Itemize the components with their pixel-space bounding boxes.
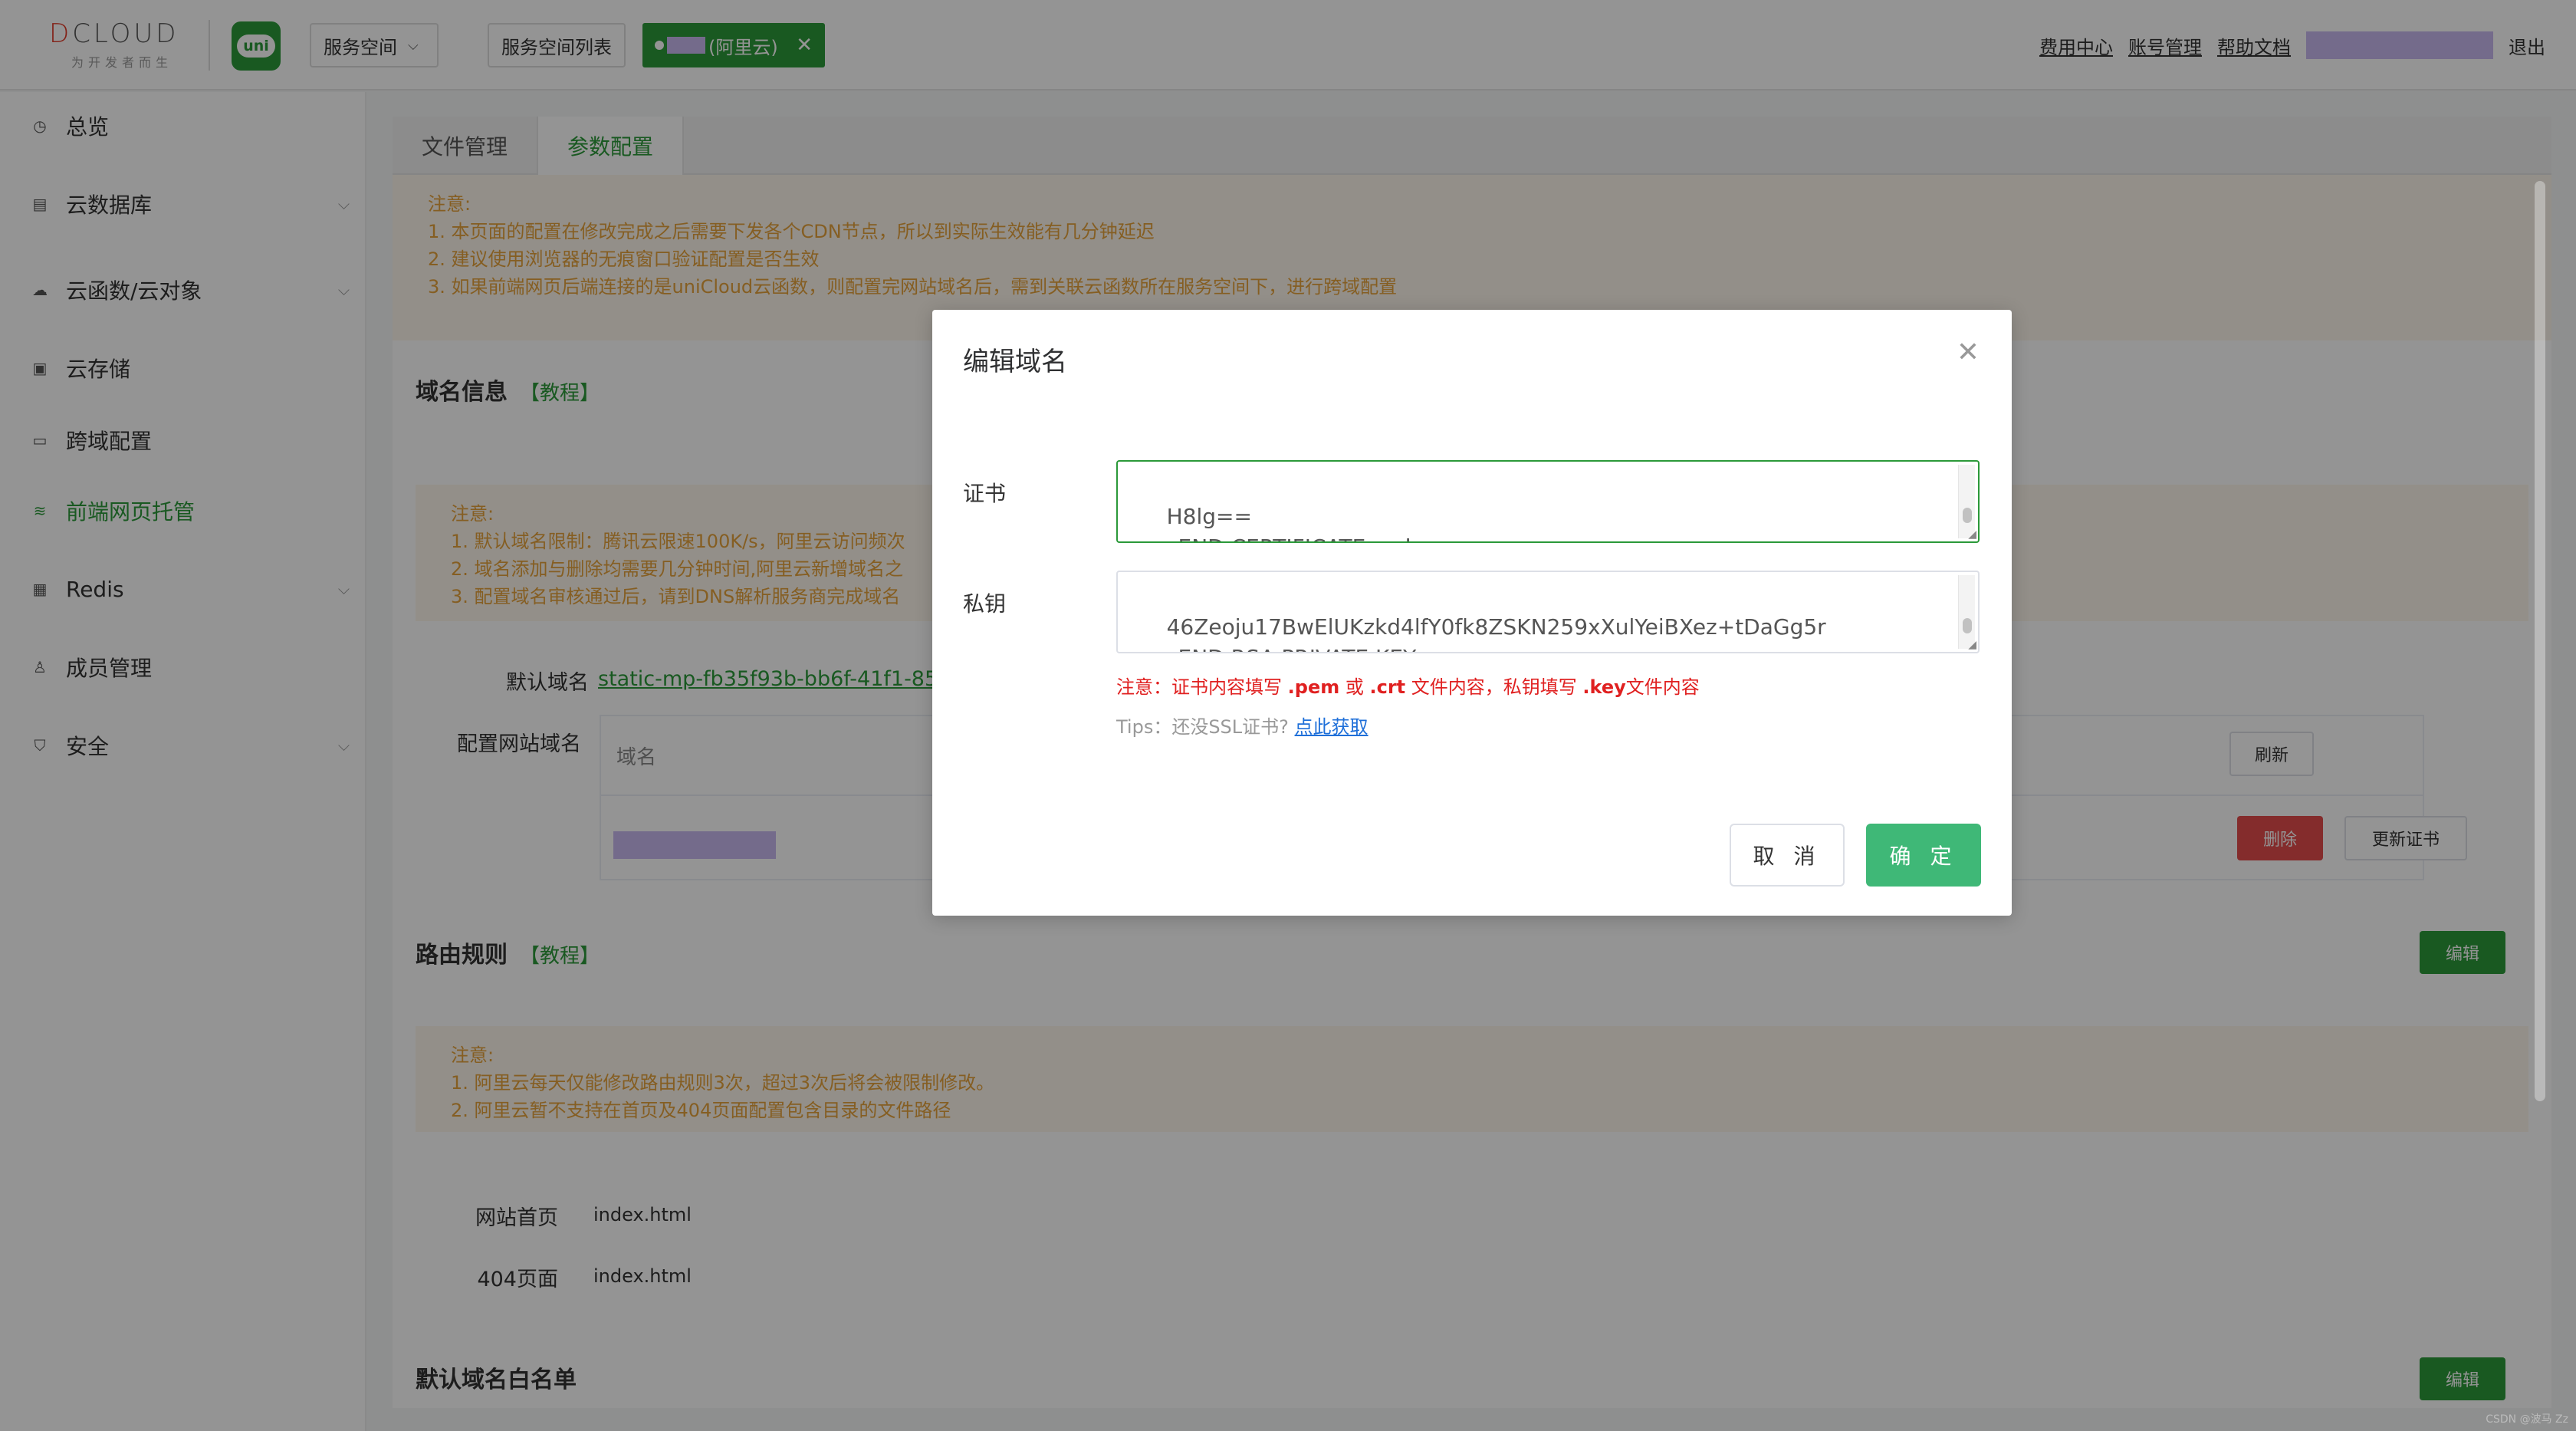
cert-textarea[interactable]: H8lg== -----END CERTIFICATE-----| ◢ [1116, 460, 1980, 543]
cert-label: 证书 [963, 481, 1007, 506]
watermark: CSDN @波马 Zz [2486, 1413, 2568, 1426]
textarea-scrollbar[interactable] [1958, 575, 1975, 649]
get-ssl-link[interactable]: 点此获取 [1295, 716, 1368, 738]
format-warning: 注意：证书内容填写 .pem 或 .crt 文件内容，私钥填写 .key文件内容 [1116, 676, 1700, 698]
text-cursor: | [1405, 535, 1411, 541]
close-icon[interactable]: ✕ [1957, 339, 1980, 367]
page-scrollbar[interactable] [2535, 181, 2545, 1101]
private-key-textarea[interactable]: 46Zeoju17BwElUKzkd4lfY0fk8ZSKN259xXulYei… [1116, 571, 1980, 653]
edit-domain-dialog: 编辑域名 ✕ 证书 H8lg== -----END CERTIFICATE---… [932, 310, 2012, 916]
dialog-title: 编辑域名 [963, 347, 1067, 377]
confirm-button[interactable]: 确 定 [1866, 824, 1981, 887]
private-key-label: 私钥 [963, 591, 1007, 617]
resize-handle-icon[interactable]: ◢ [1968, 640, 1976, 650]
resize-handle-icon[interactable]: ◢ [1968, 529, 1976, 540]
cancel-button[interactable]: 取 消 [1730, 824, 1845, 887]
textarea-scrollbar[interactable] [1958, 465, 1975, 538]
ssl-tips: Tips：还没SSL证书? 点此获取 [1116, 716, 1368, 738]
